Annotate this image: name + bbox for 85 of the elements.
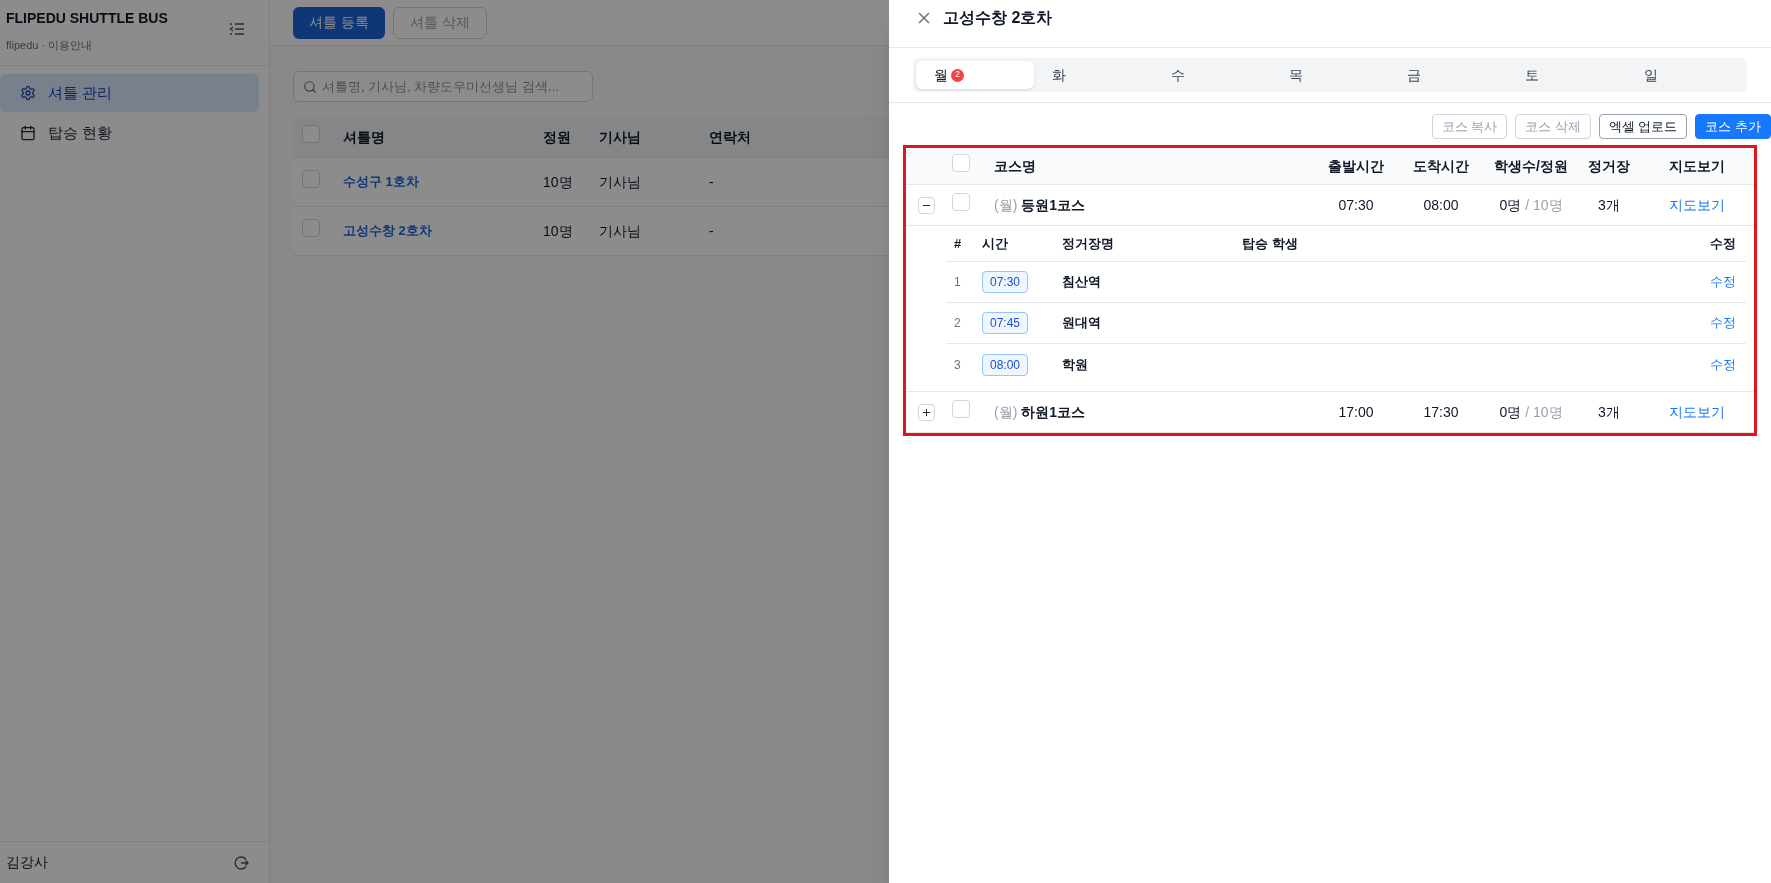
table-cell-text: 3개 — [1597, 402, 1621, 422]
toolbar-button[interactable]: 셔틀 등록 — [293, 6, 385, 39]
edit-link[interactable]: 수정 — [1666, 354, 1746, 375]
checkbox[interactable] — [302, 170, 320, 188]
table-cell-text: 3개 — [1597, 195, 1621, 215]
menu-collapse-icon[interactable] — [229, 22, 245, 36]
day-tab[interactable]: 월 2 — [916, 61, 1035, 89]
sidebar-item[interactable]: 탑승 현황 — [0, 114, 259, 152]
day-tab[interactable]: 일 — [1625, 61, 1744, 89]
table-cell-text: 17:00 — [1337, 402, 1375, 422]
student-count: 0명 — [1499, 402, 1522, 422]
map-link[interactable]: 지도보기 — [1640, 194, 1754, 216]
row-number: 3 — [953, 356, 962, 374]
column-header: 시간 — [982, 234, 1009, 253]
table-cell-text: 기사님 — [599, 221, 642, 241]
logout-icon[interactable] — [233, 854, 249, 871]
table-cell-text: 10명 — [543, 172, 574, 192]
user-name: 김강사 — [6, 853, 48, 872]
action-button[interactable]: 엑셀 업로드 — [1598, 114, 1688, 139]
column-header: 정거장명 — [1062, 234, 1115, 253]
time-tag: 07:45 — [982, 312, 1029, 334]
checkbox[interactable] — [952, 193, 970, 211]
day-tab[interactable]: 화 — [1034, 61, 1153, 89]
column-header: 기사님 — [599, 127, 642, 147]
stop-name: 원대역 — [1062, 314, 1102, 333]
column-header: # — [953, 234, 963, 253]
day-tab[interactable]: 수 — [1152, 61, 1271, 89]
column-header: 정원 — [543, 127, 572, 147]
day-label: (월) — [994, 402, 1018, 422]
sidebar-item[interactable]: 셔틀 관리 — [0, 74, 259, 112]
count-badge: 2 — [951, 68, 964, 82]
time-tag: 07:30 — [982, 271, 1029, 293]
expand-button[interactable] — [918, 403, 935, 421]
checkbox[interactable] — [952, 400, 970, 418]
table-cell-text: 17:30 — [1422, 402, 1460, 422]
calendar-icon — [20, 125, 36, 141]
checkbox[interactable] — [302, 125, 320, 143]
day-label: (월) — [994, 195, 1018, 215]
column-header: 출발시간 — [1327, 156, 1385, 176]
table-cell-text: - — [709, 172, 714, 192]
row-number: 2 — [953, 315, 962, 332]
shuttle-link[interactable]: 수성구 1호차 — [343, 172, 543, 192]
time-tag: 08:00 — [982, 353, 1029, 376]
checkbox[interactable] — [302, 219, 320, 237]
stop-name: 침산역 — [1062, 273, 1102, 292]
column-header: 셔틀명 — [343, 127, 386, 147]
capacity-text: / 10명 — [1525, 195, 1563, 215]
day-tab[interactable]: 토 — [1507, 61, 1626, 89]
column-header: 도착시간 — [1412, 156, 1470, 176]
column-header: 학생수/정원 — [1493, 156, 1569, 176]
table-cell-text: 기사님 — [599, 172, 642, 192]
action-button[interactable]: 코스 추가 — [1695, 114, 1771, 139]
student-count: 0명 — [1499, 195, 1522, 215]
gear-icon — [20, 85, 36, 101]
capacity-text: / 10명 — [1525, 402, 1563, 422]
table-cell-text: 07:30 — [1337, 195, 1375, 215]
search-icon — [303, 80, 317, 94]
column-header: 탑승 학생 — [1242, 234, 1299, 253]
course-name: 등원1코스 — [1021, 195, 1086, 215]
column-header: 수정 — [1709, 234, 1737, 253]
column-header: 지도보기 — [1668, 156, 1726, 176]
shuttle-link[interactable]: 고성수창 2호차 — [343, 221, 543, 241]
course-name: 하원1코스 — [1021, 402, 1086, 422]
table-cell-text: 08:00 — [1422, 195, 1460, 215]
action-button[interactable]: 코스 복사 — [1431, 114, 1508, 139]
table-cell-text: - — [709, 221, 714, 241]
table-cell-text: 10명 — [543, 221, 574, 241]
drawer-title: 고성수창 2호차 — [943, 7, 1053, 28]
brand-title: FLIPEDU SHUTTLE BUS — [6, 9, 168, 28]
column-header: 코스명 — [994, 156, 1037, 176]
action-button[interactable]: 코스 삭제 — [1515, 114, 1591, 139]
row-number: 1 — [953, 274, 962, 291]
edit-link[interactable]: 수정 — [1666, 272, 1746, 292]
plus-icon — [921, 406, 932, 418]
map-link[interactable]: 지도보기 — [1640, 401, 1754, 423]
day-tab[interactable]: 목 — [1270, 61, 1390, 89]
column-header: 정거장 — [1587, 156, 1631, 176]
stop-name: 학원 — [1062, 355, 1089, 374]
search-field[interactable]: 셔틀명, 기사님, 차량도우미선생님 검색... — [293, 71, 593, 102]
day-tab[interactable]: 금 — [1389, 61, 1508, 89]
collapse-button[interactable] — [918, 196, 935, 214]
column-header: 연락처 — [709, 127, 752, 147]
brand-subtitle: flipedu · 이용안내 — [6, 38, 94, 53]
checkbox[interactable] — [952, 154, 970, 172]
edit-link[interactable]: 수정 — [1666, 313, 1746, 333]
